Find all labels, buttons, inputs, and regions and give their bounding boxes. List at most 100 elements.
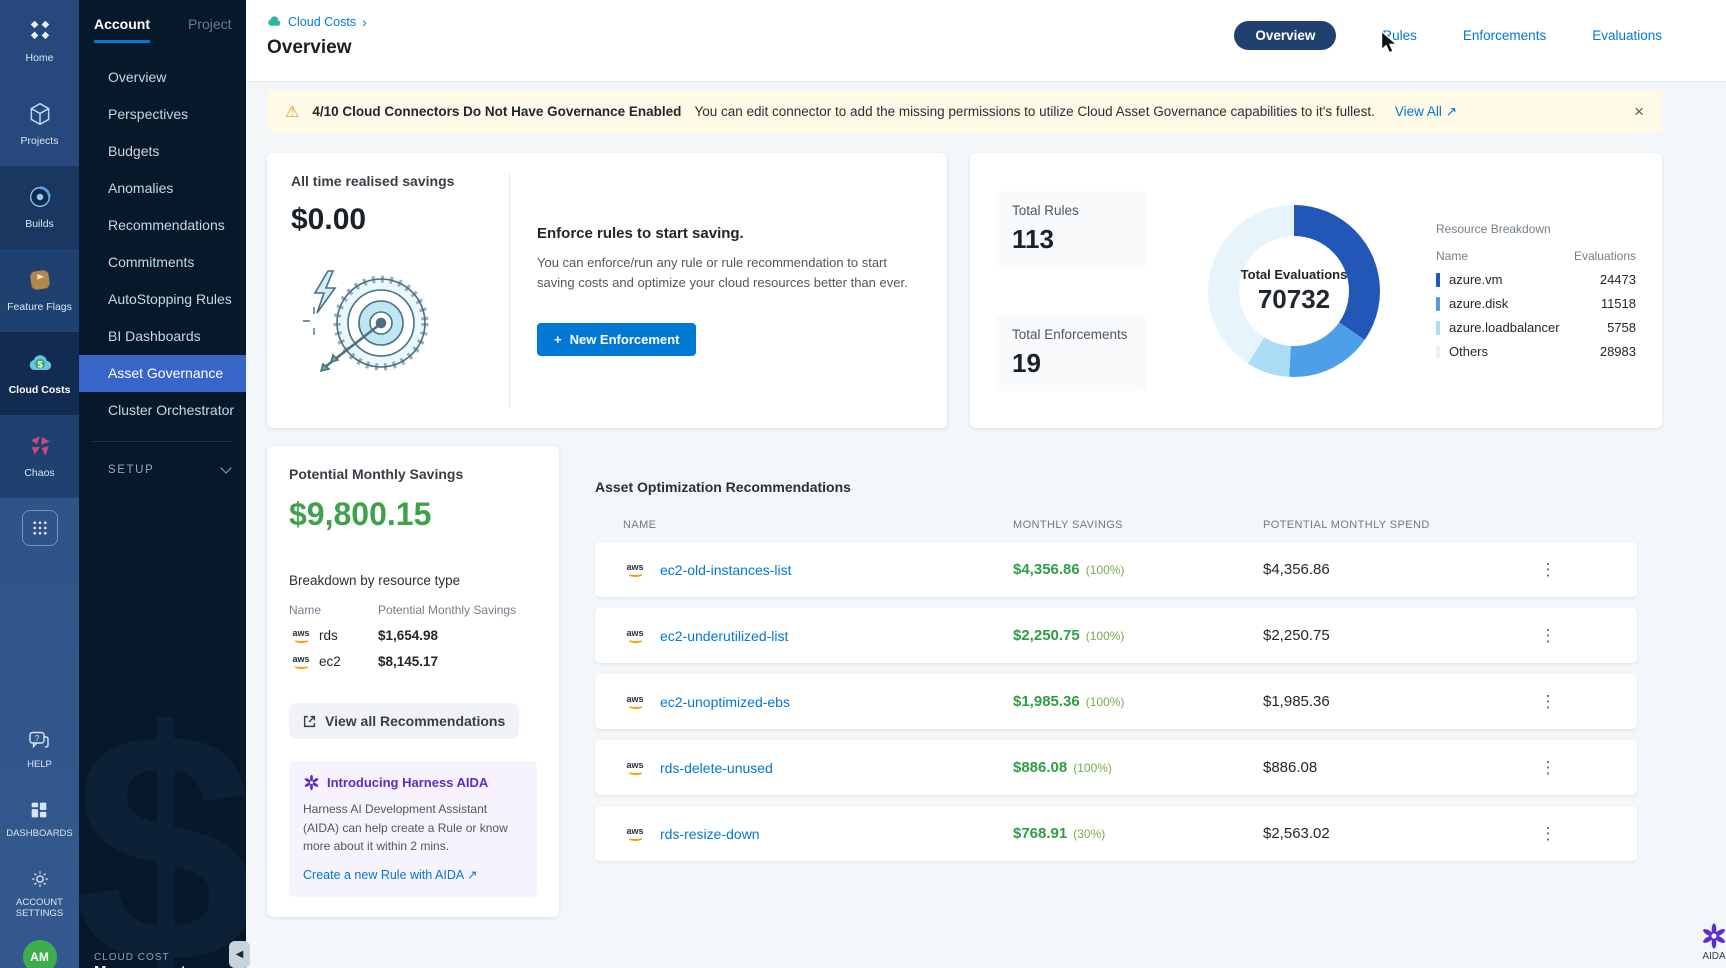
nav-tab-enforcements[interactable]: Enforcements: [1463, 28, 1546, 43]
breadcrumb: Cloud Costs ›: [267, 14, 367, 30]
sidebar-collapse-button[interactable]: ◀: [229, 941, 250, 968]
divider: [93, 441, 232, 442]
feature-flags-icon: [27, 267, 53, 296]
realised-savings-title: All time realised savings: [291, 173, 509, 189]
rail-help[interactable]: ? HELP: [25, 716, 54, 785]
enforce-text: You can enforce/run any rule or rule rec…: [537, 253, 923, 293]
main-area: Cloud Costs › Overview Overview Rules En…: [246, 0, 1726, 968]
sidebar-item-commitments[interactable]: Commitments: [79, 244, 246, 281]
potential-savings-card: Potential Monthly Savings $9,800.15 Brea…: [267, 446, 559, 917]
recommendations-table-header: NAME MONTHLY SAVINGS POTENTIAL MONTHLY S…: [595, 519, 1637, 531]
recommendation-link[interactable]: ec2-old-instances-list: [660, 562, 792, 578]
sidebar-item-autostopping-rules[interactable]: AutoStopping Rules: [79, 281, 246, 318]
view-all-recommendations-button[interactable]: View all Recommendations: [289, 703, 519, 739]
external-link-icon: ↗: [467, 868, 477, 882]
banner-text: You can edit connector to add the missin…: [694, 104, 1374, 119]
setup-section-toggle[interactable]: SETUP: [79, 454, 246, 476]
nav-tab-evaluations[interactable]: Evaluations: [1592, 28, 1662, 43]
col-monthly-savings: MONTHLY SAVINGS: [1013, 519, 1263, 531]
banner-view-all-link[interactable]: View All ↗: [1395, 104, 1457, 120]
aida-promo: Introducing Harness AIDA Harness AI Deve…: [289, 761, 537, 897]
mini-col-value: Potential Monthly Savings: [378, 603, 516, 617]
sidebar-item-overview[interactable]: Overview: [79, 59, 246, 96]
aida-fab-button[interactable]: AIDA: [1701, 923, 1726, 962]
legend-chip: [1436, 321, 1440, 335]
aws-icon: aws: [623, 563, 647, 577]
rail-module-builds[interactable]: Builds: [0, 166, 79, 249]
new-enforcement-button[interactable]: + New Enforcement: [537, 323, 696, 356]
recommendation-link[interactable]: ec2-unoptimized-ebs: [660, 694, 790, 710]
spend-value: $886.08: [1263, 759, 1537, 776]
nav-tab-overview[interactable]: Overview: [1234, 21, 1336, 50]
sidebar-item-perspectives[interactable]: Perspectives: [79, 96, 246, 133]
aida-flower-icon: [1701, 923, 1726, 949]
donut-center: Total Evaluations 70732: [1239, 236, 1349, 346]
legend-row: Others 28983: [1436, 344, 1636, 359]
recommendation-link[interactable]: rds-delete-unused: [660, 760, 773, 776]
legend-row: azure.disk 11518: [1436, 296, 1636, 311]
breadcrumb-link[interactable]: Cloud Costs: [288, 15, 356, 29]
kebab-menu-icon[interactable]: ⋮: [1537, 626, 1559, 646]
sidebar-item-cluster-orchestrator[interactable]: Cluster Orchestrator: [79, 392, 246, 429]
recommendation-link[interactable]: rds-resize-down: [660, 826, 760, 842]
rail-module-feature-flags[interactable]: Feature Flags: [0, 249, 79, 332]
aida-create-rule-link[interactable]: Create a new Rule with AIDA ↗: [303, 867, 477, 882]
legend-value: 5758: [1607, 320, 1636, 335]
rail-module-projects[interactable]: Projects: [0, 83, 79, 166]
mini-table-row: awsrds $1,654.98: [289, 628, 537, 643]
sidebar-item-anomalies[interactable]: Anomalies: [79, 170, 246, 207]
close-icon[interactable]: ×: [1634, 102, 1644, 122]
enforce-cta: Enforce rules to start saving. You can e…: [510, 173, 923, 408]
resource-name: ec2: [319, 654, 341, 669]
sidebar-item-bi-dashboards[interactable]: BI Dashboards: [79, 318, 246, 355]
table-row: awsec2-old-instances-list $4,356.86(100%…: [595, 542, 1637, 597]
legend-name: Others: [1449, 344, 1488, 359]
table-row: awsec2-unoptimized-ebs $1,985.36(100%) $…: [595, 674, 1637, 729]
col-name: NAME: [623, 519, 1013, 531]
kebab-menu-icon[interactable]: ⋮: [1537, 560, 1559, 580]
kebab-menu-icon[interactable]: ⋮: [1537, 824, 1559, 844]
table-row: awsec2-underutilized-list $2,250.75(100%…: [595, 608, 1637, 663]
rail-module-home[interactable]: Home: [0, 0, 79, 83]
legend-row: azure.loadbalancer 5758: [1436, 320, 1636, 335]
builds-icon: [27, 184, 53, 213]
apps-grid-icon[interactable]: [22, 510, 58, 546]
gear-icon: [29, 868, 51, 893]
governance-stats-card: Total Rules 113 Total Enforcements 19 To…: [970, 153, 1662, 428]
rail-label: Projects: [21, 135, 59, 147]
legend-chip: [1436, 273, 1440, 287]
scope-tabs: Account Project: [79, 0, 246, 43]
potential-savings-amount: $9,800.15: [289, 496, 537, 533]
recommendation-link[interactable]: ec2-underutilized-list: [660, 628, 788, 644]
stat-tiles: Total Rules 113 Total Enforcements 19: [996, 191, 1146, 391]
cloud-costs-sidebar: Account Project Overview Perspectives Bu…: [79, 0, 246, 968]
kebab-menu-icon[interactable]: ⋮: [1537, 692, 1559, 712]
rail-label: Cloud Costs: [9, 384, 71, 396]
target-illustration: [291, 259, 509, 384]
sidebar-item-budgets[interactable]: Budgets: [79, 133, 246, 170]
user-avatar[interactable]: AM: [23, 940, 57, 968]
sidebar-item-recommendations[interactable]: Recommendations: [79, 207, 246, 244]
rail-account-settings[interactable]: ACCOUNT SETTINGS: [0, 854, 79, 934]
tab-account[interactable]: Account: [94, 16, 150, 43]
spend-value: $2,563.02: [1263, 825, 1537, 842]
potential-savings-title: Potential Monthly Savings: [289, 466, 537, 482]
svg-text:$: $: [37, 360, 42, 370]
help-icon: ?: [27, 730, 51, 755]
rail-module-chaos[interactable]: Chaos: [0, 415, 79, 498]
kebab-menu-icon[interactable]: ⋮: [1537, 758, 1559, 778]
legend-header: Name Evaluations: [1436, 249, 1636, 263]
sidebar-item-asset-governance[interactable]: Asset Governance: [79, 355, 246, 392]
rail-module-cloud-costs[interactable]: $ Cloud Costs: [0, 332, 79, 415]
tab-project[interactable]: Project: [188, 16, 232, 43]
legend-value: 28983: [1600, 344, 1636, 359]
recommendations-title: Asset Optimization Recommendations: [595, 479, 1662, 495]
rail-dashboards[interactable]: DASHBOARDS: [4, 785, 75, 854]
resource-savings: $8,145.17: [378, 654, 438, 669]
aws-icon: aws: [289, 629, 313, 643]
realised-savings-left: All time realised savings $0.00: [291, 173, 510, 408]
total-rules-value: 113: [1012, 224, 1130, 255]
resource-breakdown-legend: Resource Breakdown Name Evaluations azur…: [1436, 222, 1636, 359]
rail-label: ACCOUNT SETTINGS: [2, 898, 77, 920]
nav-tab-rules[interactable]: Rules: [1382, 28, 1417, 43]
